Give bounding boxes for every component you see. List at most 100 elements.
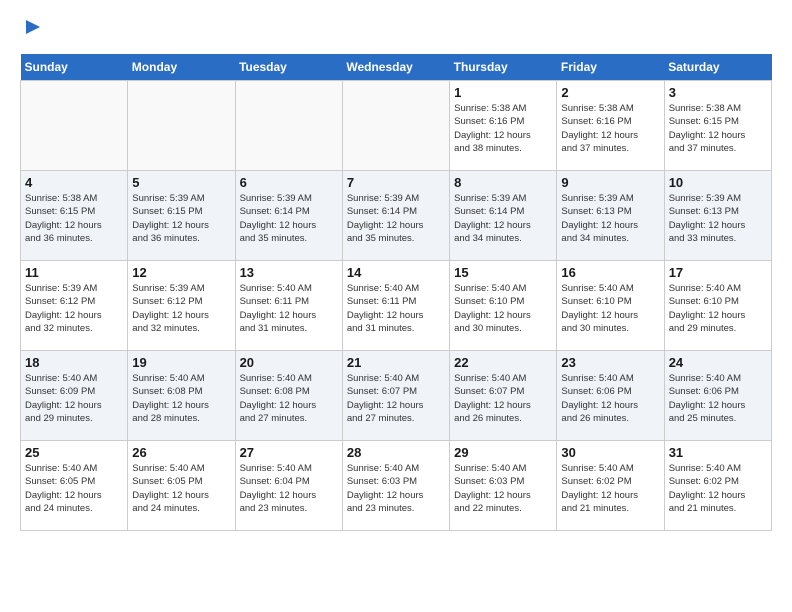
day-number: 5: [132, 175, 230, 190]
day-number: 17: [669, 265, 767, 280]
day-info: Sunrise: 5:40 AMSunset: 6:03 PMDaylight:…: [454, 462, 552, 515]
calendar-cell: 19 Sunrise: 5:40 AMSunset: 6:08 PMDayligh…: [128, 351, 235, 441]
day-info: Sunrise: 5:40 AMSunset: 6:09 PMDaylight:…: [25, 372, 123, 425]
calendar-cell: 26Sunrise: 5:40 AMSunset: 6:05 PMDayligh…: [128, 441, 235, 531]
calendar-cell: 22 Sunrise: 5:40 AMSunset: 6:07 PMDayligh…: [450, 351, 557, 441]
day-number: 10: [669, 175, 767, 190]
calendar-cell: 17 Sunrise: 5:40 AMSunset: 6:10 PMDayligh…: [664, 261, 771, 351]
day-info: Sunrise: 5:40 AMSunset: 6:06 PMDaylight:…: [561, 372, 659, 425]
calendar-cell: 14 Sunrise: 5:40 AMSunset: 6:11 PMDayligh…: [342, 261, 449, 351]
calendar-cell: [342, 81, 449, 171]
day-info: Sunrise: 5:39 AMSunset: 6:12 PMDaylight:…: [25, 282, 123, 335]
day-number: 6: [240, 175, 338, 190]
week-row: 1 Sunrise: 5:38 AMSunset: 6:16 PMDaylight…: [21, 81, 772, 171]
day-info: Sunrise: 5:39 AMSunset: 6:13 PMDaylight:…: [669, 192, 767, 245]
day-header-sunday: Sunday: [21, 54, 128, 81]
day-info: Sunrise: 5:40 AMSunset: 6:06 PMDaylight:…: [669, 372, 767, 425]
day-info: Sunrise: 5:40 AMSunset: 6:10 PMDaylight:…: [669, 282, 767, 335]
calendar-cell: 5 Sunrise: 5:39 AMSunset: 6:15 PMDaylight…: [128, 171, 235, 261]
calendar-cell: [235, 81, 342, 171]
day-number: 22: [454, 355, 552, 370]
day-header-friday: Friday: [557, 54, 664, 81]
day-info: Sunrise: 5:39 AMSunset: 6:13 PMDaylight:…: [561, 192, 659, 245]
header-row: SundayMondayTuesdayWednesdayThursdayFrid…: [21, 54, 772, 81]
calendar-cell: 12Sunrise: 5:39 AMSunset: 6:12 PMDayligh…: [128, 261, 235, 351]
calendar-cell: 25Sunrise: 5:40 AMSunset: 6:05 PMDayligh…: [21, 441, 128, 531]
day-number: 7: [347, 175, 445, 190]
day-info: Sunrise: 5:40 AMSunset: 6:02 PMDaylight:…: [561, 462, 659, 515]
calendar-cell: 9 Sunrise: 5:39 AMSunset: 6:13 PMDaylight…: [557, 171, 664, 261]
day-number: 14: [347, 265, 445, 280]
day-header-wednesday: Wednesday: [342, 54, 449, 81]
calendar-cell: 2 Sunrise: 5:38 AMSunset: 6:16 PMDaylight…: [557, 81, 664, 171]
calendar-cell: 23 Sunrise: 5:40 AMSunset: 6:06 PMDayligh…: [557, 351, 664, 441]
day-number: 18: [25, 355, 123, 370]
day-info: Sunrise: 5:40 AMSunset: 6:04 PMDaylight:…: [240, 462, 338, 515]
calendar-cell: 11 Sunrise: 5:39 AMSunset: 6:12 PMDayligh…: [21, 261, 128, 351]
calendar-cell: 21 Sunrise: 5:40 AMSunset: 6:07 PMDayligh…: [342, 351, 449, 441]
day-number: 30: [561, 445, 659, 460]
day-number: 2: [561, 85, 659, 100]
day-number: 31: [669, 445, 767, 460]
calendar-cell: 13 Sunrise: 5:40 AMSunset: 6:11 PMDayligh…: [235, 261, 342, 351]
week-row: 11 Sunrise: 5:39 AMSunset: 6:12 PMDayligh…: [21, 261, 772, 351]
calendar-cell: 29 Sunrise: 5:40 AMSunset: 6:03 PMDayligh…: [450, 441, 557, 531]
day-info: Sunrise: 5:40 AMSunset: 6:07 PMDaylight:…: [347, 372, 445, 425]
day-info: Sunrise: 5:40 AMSunset: 6:03 PMDaylight:…: [347, 462, 445, 515]
calendar-cell: 7 Sunrise: 5:39 AMSunset: 6:14 PMDaylight…: [342, 171, 449, 261]
day-info: Sunrise: 5:40 AMSunset: 6:05 PMDaylight:…: [132, 462, 230, 515]
day-header-saturday: Saturday: [664, 54, 771, 81]
day-info: Sunrise: 5:38 AMSunset: 6:15 PMDaylight:…: [669, 102, 767, 155]
day-info: Sunrise: 5:38 AMSunset: 6:15 PMDaylight:…: [25, 192, 123, 245]
day-info: Sunrise: 5:39 AMSunset: 6:14 PMDaylight:…: [240, 192, 338, 245]
day-number: 21: [347, 355, 445, 370]
day-info: Sunrise: 5:38 AMSunset: 6:16 PMDaylight:…: [561, 102, 659, 155]
day-number: 23: [561, 355, 659, 370]
day-info: Sunrise: 5:39 AMSunset: 6:12 PMDaylight:…: [132, 282, 230, 335]
day-info: Sunrise: 5:40 AMSunset: 6:02 PMDaylight:…: [669, 462, 767, 515]
day-header-thursday: Thursday: [450, 54, 557, 81]
day-info: Sunrise: 5:40 AMSunset: 6:10 PMDaylight:…: [454, 282, 552, 335]
day-header-monday: Monday: [128, 54, 235, 81]
logo: [20, 20, 44, 44]
day-info: Sunrise: 5:40 AMSunset: 6:08 PMDaylight:…: [132, 372, 230, 425]
calendar-cell: 24 Sunrise: 5:40 AMSunset: 6:06 PMDayligh…: [664, 351, 771, 441]
calendar-cell: 8 Sunrise: 5:39 AMSunset: 6:14 PMDaylight…: [450, 171, 557, 261]
calendar-cell: 15 Sunrise: 5:40 AMSunset: 6:10 PMDayligh…: [450, 261, 557, 351]
calendar-cell: 30 Sunrise: 5:40 AMSunset: 6:02 PMDayligh…: [557, 441, 664, 531]
calendar-cell: 18 Sunrise: 5:40 AMSunset: 6:09 PMDayligh…: [21, 351, 128, 441]
day-number: 15: [454, 265, 552, 280]
day-info: Sunrise: 5:40 AMSunset: 6:10 PMDaylight:…: [561, 282, 659, 335]
day-number: 20: [240, 355, 338, 370]
day-number: 13: [240, 265, 338, 280]
day-number: 24: [669, 355, 767, 370]
day-number: 3: [669, 85, 767, 100]
calendar-cell: 10 Sunrise: 5:39 AMSunset: 6:13 PMDayligh…: [664, 171, 771, 261]
calendar-cell: 6 Sunrise: 5:39 AMSunset: 6:14 PMDaylight…: [235, 171, 342, 261]
calendar-cell: 16 Sunrise: 5:40 AMSunset: 6:10 PMDayligh…: [557, 261, 664, 351]
day-number: 9: [561, 175, 659, 190]
day-info: Sunrise: 5:39 AMSunset: 6:14 PMDaylight:…: [454, 192, 552, 245]
day-number: 11: [25, 265, 123, 280]
day-number: 25: [25, 445, 123, 460]
day-number: 1: [454, 85, 552, 100]
calendar-cell: 4Sunrise: 5:38 AMSunset: 6:15 PMDaylight…: [21, 171, 128, 261]
week-row: 4Sunrise: 5:38 AMSunset: 6:15 PMDaylight…: [21, 171, 772, 261]
logo-arrow-icon: [22, 16, 44, 38]
day-number: 8: [454, 175, 552, 190]
day-number: 19: [132, 355, 230, 370]
calendar-cell: [128, 81, 235, 171]
day-info: Sunrise: 5:40 AMSunset: 6:11 PMDaylight:…: [347, 282, 445, 335]
day-header-tuesday: Tuesday: [235, 54, 342, 81]
header: [20, 20, 772, 44]
calendar-cell: 28Sunrise: 5:40 AMSunset: 6:03 PMDayligh…: [342, 441, 449, 531]
day-info: Sunrise: 5:39 AMSunset: 6:15 PMDaylight:…: [132, 192, 230, 245]
calendar-cell: [21, 81, 128, 171]
day-info: Sunrise: 5:40 AMSunset: 6:11 PMDaylight:…: [240, 282, 338, 335]
calendar-table: SundayMondayTuesdayWednesdayThursdayFrid…: [20, 54, 772, 531]
calendar-cell: 3 Sunrise: 5:38 AMSunset: 6:15 PMDaylight…: [664, 81, 771, 171]
day-number: 16: [561, 265, 659, 280]
day-info: Sunrise: 5:40 AMSunset: 6:07 PMDaylight:…: [454, 372, 552, 425]
day-number: 29: [454, 445, 552, 460]
day-info: Sunrise: 5:39 AMSunset: 6:14 PMDaylight:…: [347, 192, 445, 245]
